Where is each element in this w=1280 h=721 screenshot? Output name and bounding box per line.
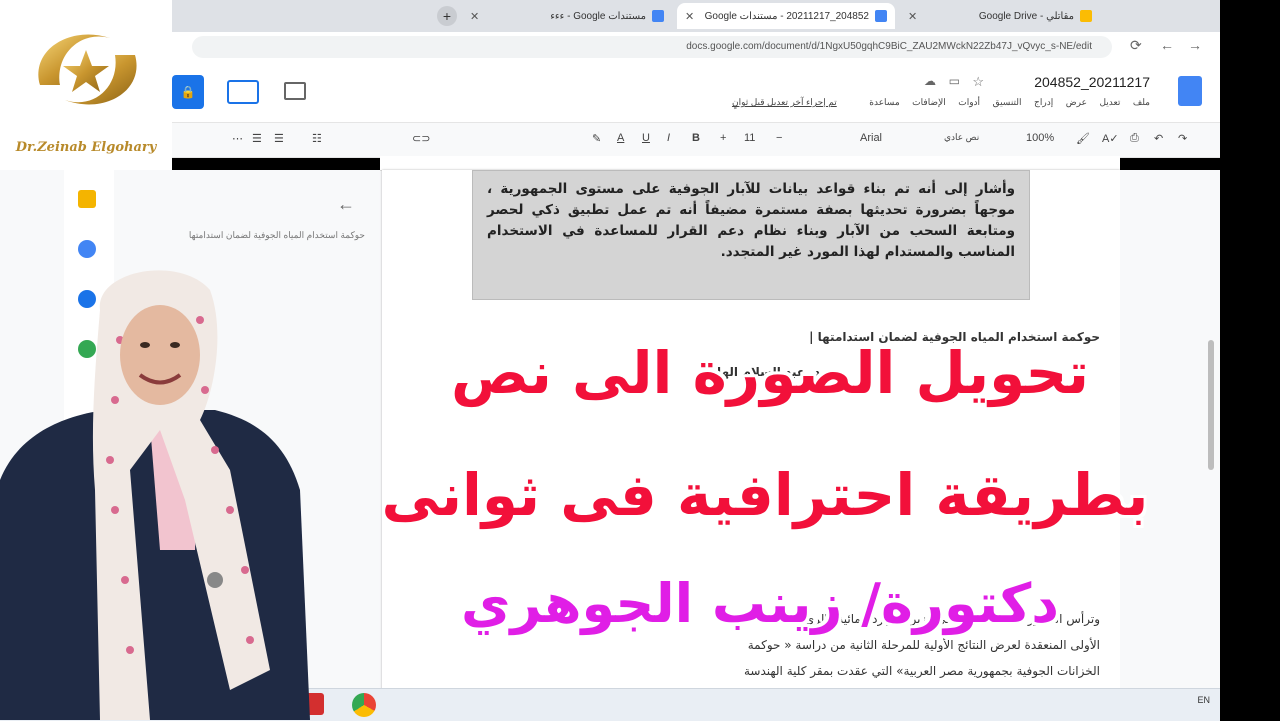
- font-family-select[interactable]: Arial: [860, 132, 882, 144]
- headline-line-1: تحويل الصورة الى نص: [450, 339, 1090, 407]
- zoom-select[interactable]: 100%: [1026, 132, 1054, 144]
- right-black-border: [1220, 0, 1280, 720]
- chrome-icon[interactable]: [352, 693, 376, 717]
- menu-insert[interactable]: إدراج: [1034, 97, 1053, 107]
- docs-icon: [652, 10, 664, 22]
- outline-item[interactable]: حوكمة استخدام المياه الجوفية لضمان استدا…: [145, 230, 365, 241]
- bullet-list-icon[interactable]: ☷: [312, 132, 322, 145]
- redo-icon[interactable]: ↷: [1178, 132, 1187, 145]
- tab-docs-1[interactable]: مستندات Google - ءءء ✕: [462, 3, 672, 29]
- forward-icon[interactable]: →: [1188, 37, 1202, 53]
- logo: Dr.Zeinab Elgohary: [0, 0, 172, 170]
- italic-icon[interactable]: I: [667, 132, 670, 144]
- text-color-icon[interactable]: A: [617, 132, 624, 144]
- cloud-icon: ☁: [924, 74, 936, 88]
- ruler[interactable]: [380, 156, 1120, 171]
- docs-header: 🔒 204852_20211217 ☆ ▭ ☁ ملف تعديل عرض إد…: [172, 62, 1220, 122]
- align-right-icon[interactable]: ☰: [252, 132, 262, 145]
- font-size-value[interactable]: 11: [744, 132, 755, 144]
- bold-icon[interactable]: B: [692, 132, 700, 144]
- tab-label: مستندات Google - ءءء: [550, 10, 646, 22]
- logo-emblem-icon: [38, 34, 137, 105]
- tab-drive[interactable]: مقاتلي - Google Drive ✕: [900, 3, 1100, 29]
- headline-line-3: دكتورة/ زينب الجوهري: [461, 572, 1059, 635]
- scanned-image[interactable]: وأشار إلى أنه تم بناء قواعد بيانات للآبا…: [472, 170, 1030, 300]
- url-field[interactable]: docs.google.com/document/d/1NgxU50gqhC9B…: [192, 36, 1112, 58]
- tab-label: مقاتلي - Google Drive: [978, 10, 1074, 22]
- menu-edit[interactable]: تعديل: [1099, 97, 1120, 107]
- paint-format-icon[interactable]: 🖌: [1076, 132, 1090, 145]
- drive-icon: [1080, 10, 1092, 22]
- menu-help[interactable]: مساعدة: [869, 97, 899, 107]
- tab-docs-2[interactable]: 204852_20211217 - مستندات Google ✕: [677, 3, 895, 29]
- back-arrow-icon[interactable]: ←: [337, 194, 355, 215]
- more-icon[interactable]: ⋯: [232, 132, 243, 145]
- menu-tools[interactable]: أدوات: [958, 97, 980, 107]
- body-line: الخزانات الجوفية بجمهورية مصر العربية» ا…: [743, 664, 1100, 678]
- back-icon[interactable]: ←: [1160, 37, 1174, 53]
- print-icon[interactable]: ⎙: [1130, 132, 1139, 145]
- logo-text: Dr.Zeinab Elgohary: [15, 140, 157, 155]
- tab-label: 204852_20211217 - مستندات Google: [704, 10, 869, 22]
- undo-icon[interactable]: ↶: [1154, 132, 1163, 145]
- align-center-icon[interactable]: ☰: [274, 132, 284, 145]
- headline-line-2: بطريقة احترافية فى ثوانى: [381, 461, 1149, 529]
- comment-icon[interactable]: [284, 82, 306, 100]
- spellcheck-icon[interactable]: A✓: [1102, 132, 1119, 145]
- share-button[interactable]: 🔒: [172, 75, 204, 109]
- docs-icon: [875, 10, 887, 22]
- menu-view[interactable]: عرض: [1066, 97, 1087, 107]
- font-size-decrease[interactable]: −: [776, 132, 782, 144]
- docs-logo-icon[interactable]: [1178, 76, 1202, 106]
- reload-icon[interactable]: ⟳: [1130, 37, 1142, 54]
- language-indicator[interactable]: EN: [1197, 695, 1210, 705]
- style-select[interactable]: نص عادي: [944, 132, 979, 143]
- body-line: الأولى المنعقدة لعرض النتائج الأولية للم…: [747, 638, 1100, 652]
- folder-icon[interactable]: ▭: [949, 74, 960, 88]
- close-icon[interactable]: ✕: [685, 10, 694, 23]
- underline-icon[interactable]: U: [642, 132, 650, 144]
- new-tab-button[interactable]: +: [437, 6, 457, 26]
- close-icon[interactable]: ✕: [470, 10, 479, 23]
- menu-addons[interactable]: الإضافات: [912, 97, 946, 107]
- menu-format[interactable]: التنسيق: [993, 97, 1022, 107]
- presenter-photo: [0, 270, 310, 720]
- address-bar: docs.google.com/document/d/1NgxU50gqhC9B…: [172, 32, 1220, 63]
- document-title[interactable]: 204852_20211217: [1034, 74, 1150, 90]
- menu-file[interactable]: ملف: [1133, 97, 1150, 107]
- menu-bar: ملف تعديل عرض إدراج التنسيق أدوات الإضاف…: [722, 97, 1150, 108]
- star-icon[interactable]: ☆: [972, 74, 984, 90]
- close-icon[interactable]: ✕: [908, 10, 917, 23]
- meet-icon[interactable]: [227, 80, 259, 104]
- keep-icon[interactable]: [78, 190, 96, 208]
- browser-tab-bar: مستندات Google - ءءء ✕ 204852_20211217 -…: [172, 0, 1220, 32]
- last-edit-link[interactable]: تم إجراء آخر تعديل قبل ثوانٍ: [732, 97, 837, 107]
- link-icon[interactable]: ⊂⊃: [412, 132, 430, 145]
- formatting-toolbar: ⋯ ☰ ☰ ☷ ⊂⊃ ✎ A U I B + 11 − Arial نص عاد…: [172, 122, 1220, 158]
- font-size-increase[interactable]: +: [720, 132, 726, 144]
- highlight-icon[interactable]: ✎: [592, 132, 601, 145]
